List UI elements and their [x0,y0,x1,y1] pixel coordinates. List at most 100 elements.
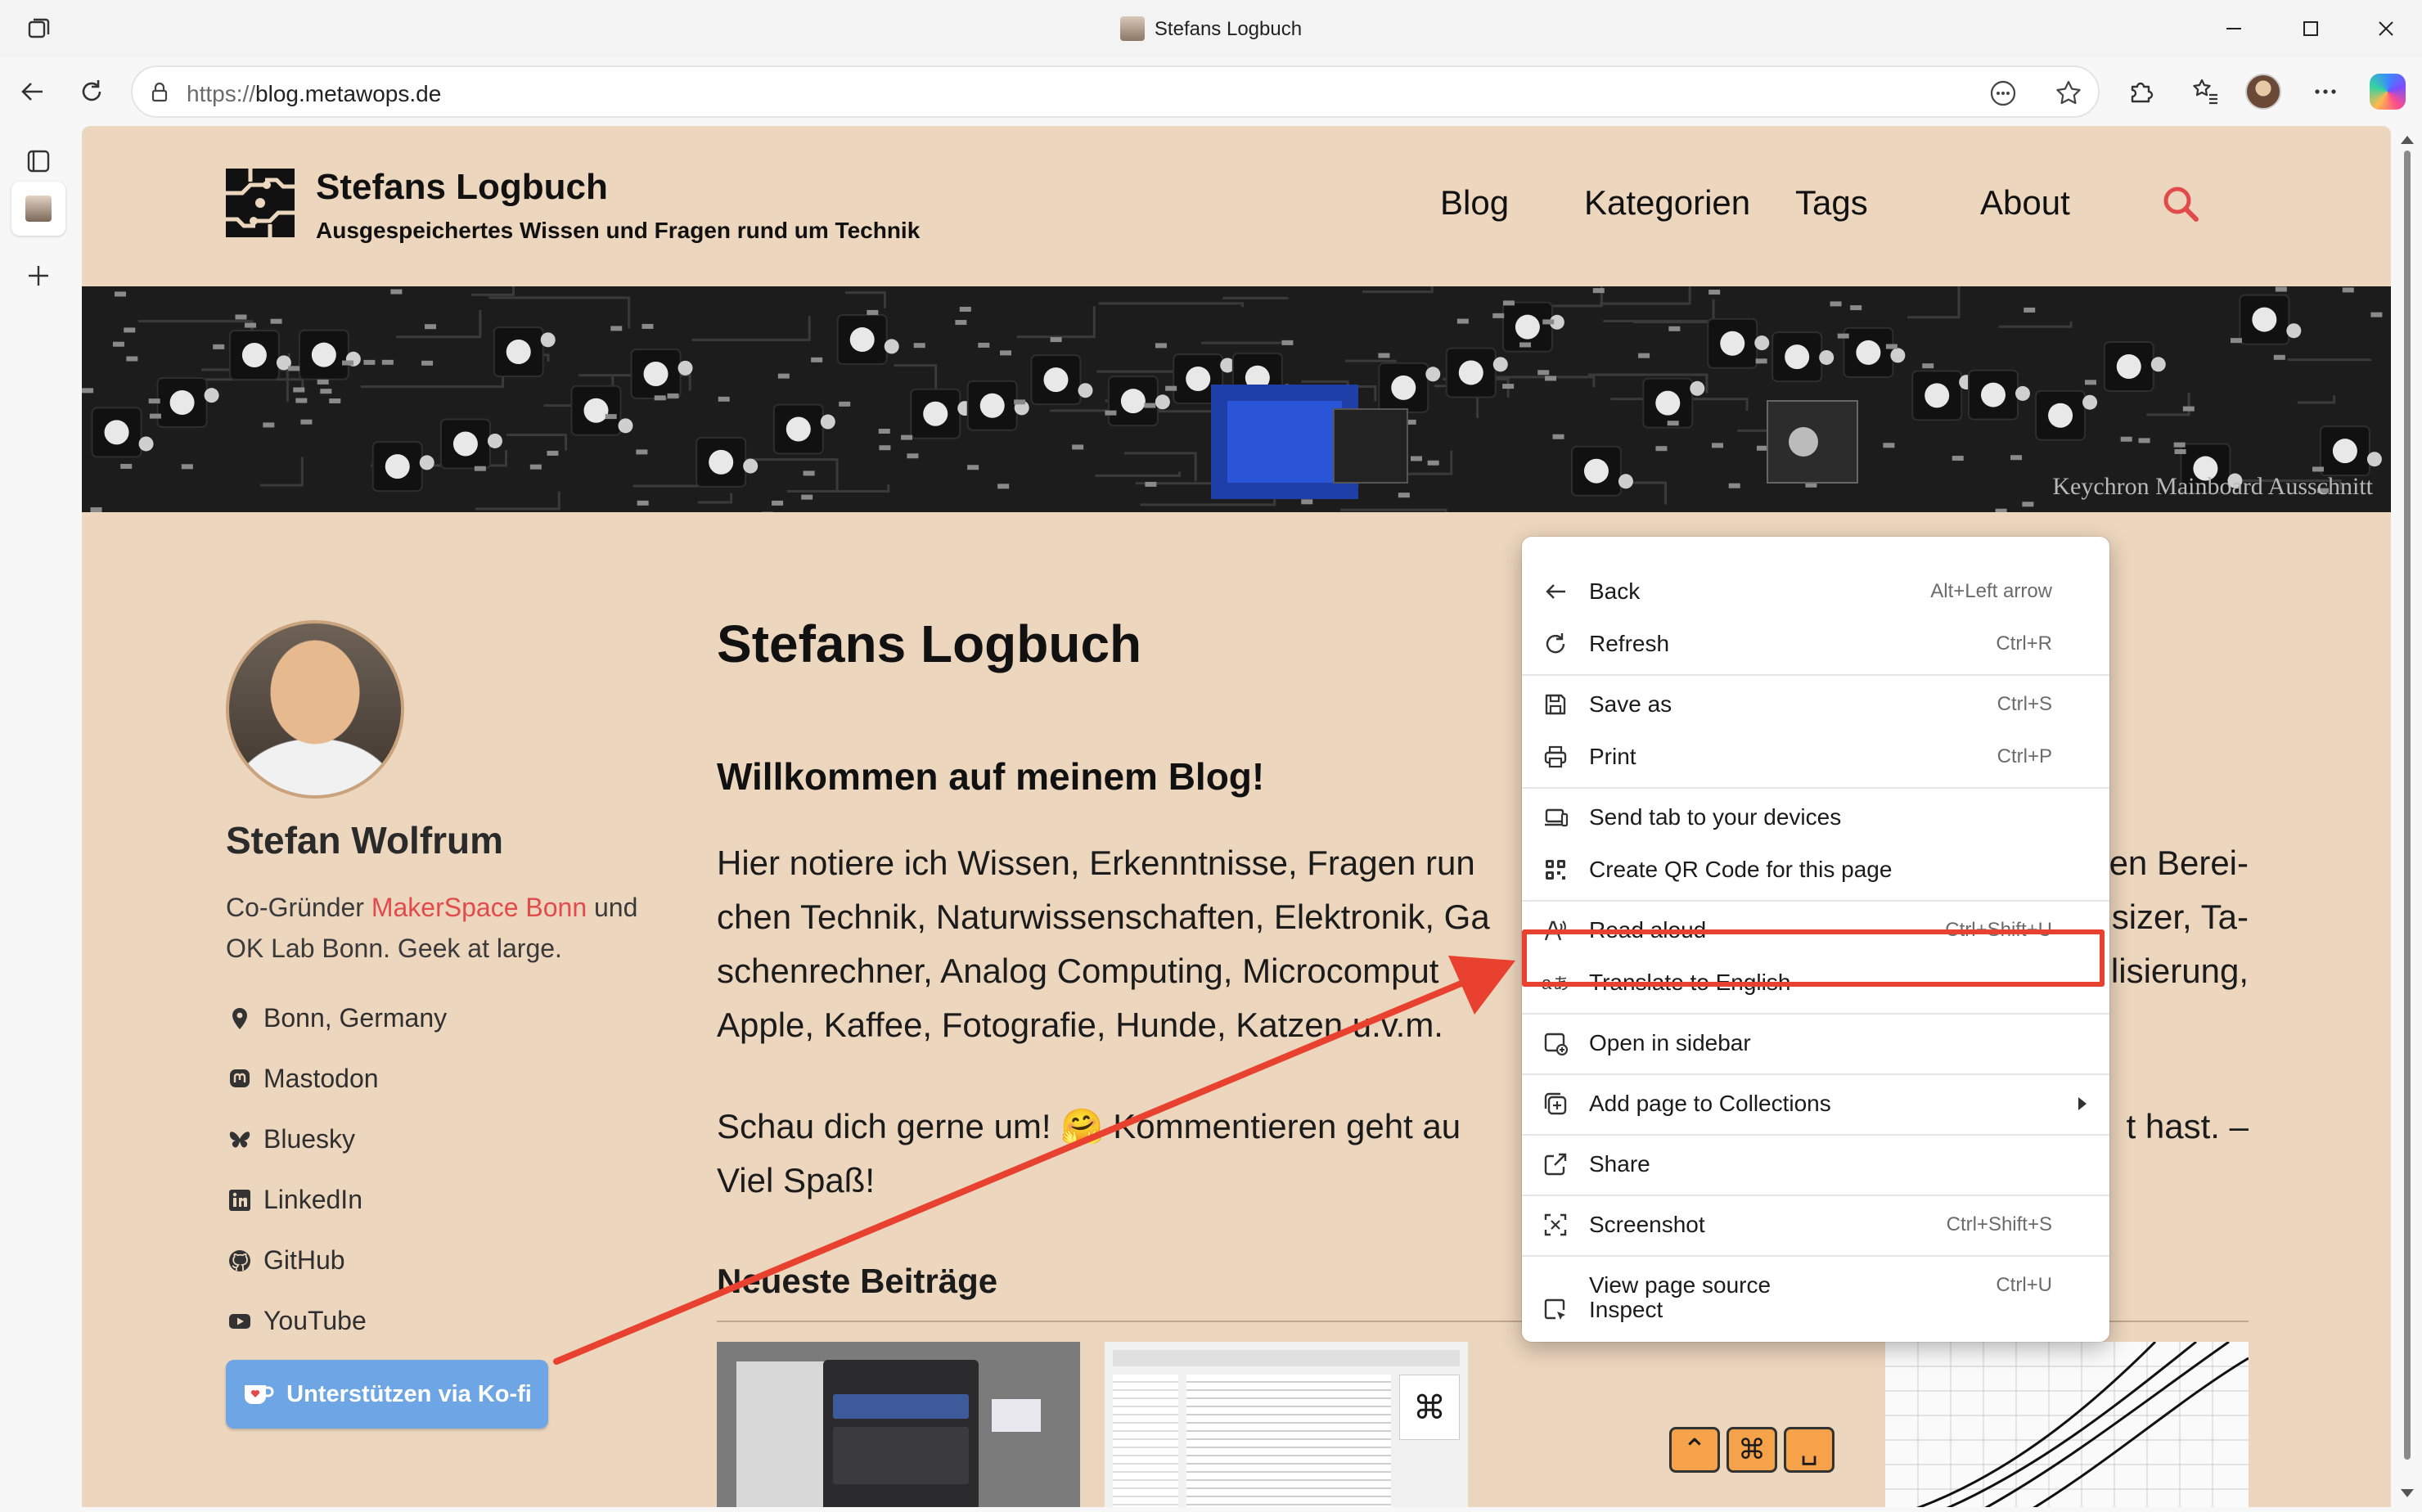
inspect-icon [1542,1296,1569,1324]
menu-item-open-in-sidebar[interactable]: Open in sidebar [1522,1018,2109,1069]
menu-item-send-tab[interactable]: Send tab to your devices [1522,792,2109,843]
nav-tags[interactable]: Tags [1795,183,1868,223]
collections-icon [1542,1090,1569,1118]
kofi-cup-icon [245,1385,274,1404]
menu-item-inspect[interactable]: Inspect [1522,1285,2109,1335]
menu-item-save-as[interactable]: Save as Ctrl+S [1522,679,2109,730]
author-bio: Co-Gründer MakerSpace Bonn und OK Lab Bo… [226,893,638,963]
plus-icon [29,266,48,286]
toolbar: https://blog.metawops.de [0,57,2422,126]
sidebar-link-youtube[interactable]: YouTube [227,1306,367,1336]
location-pin-icon [232,1007,247,1029]
sidebar-link-linkedin[interactable]: LinkedIn [227,1185,362,1215]
menu-item-share[interactable]: Share [1522,1139,2109,1190]
search-icon[interactable] [2160,183,2201,224]
tab-stefans-logbuch[interactable] [11,182,65,236]
post-thumbnail-1[interactable] [717,1342,1080,1507]
tab-favicon-icon [25,196,52,222]
submenu-arrow-icon [2078,1097,2087,1110]
mastodon-icon [230,1069,250,1087]
favorites-button[interactable] [2186,72,2226,111]
maximize-icon [2303,21,2318,36]
menu-separator [1522,1013,2109,1015]
sidebar-link-mastodon[interactable]: Mastodon [227,1064,379,1094]
vertical-tab-strip [0,126,79,1512]
extensions-button[interactable] [2121,72,2160,111]
menu-separator [1522,1255,2109,1257]
tab-favicon-icon [1119,16,1145,41]
maximize-button[interactable] [2286,10,2335,47]
menu-separator [1522,1073,2109,1075]
settings-more-button[interactable] [2306,72,2345,111]
nav-blog[interactable]: Blog [1440,183,1509,223]
site-header: Stefans Logbuch Ausgespeichertes Wissen … [82,126,2391,286]
site-title[interactable]: Stefans Logbuch [316,167,608,208]
menu-separator [1522,787,2109,789]
author-name: Stefan Wolfrum [226,819,504,862]
hero-banner-image: Keychron Mainboard Ausschnitt [82,286,2391,512]
menu-item-back[interactable]: Back Alt+Left arrow [1522,566,2109,617]
page-actions-button[interactable] [1988,79,2018,108]
sidebar-link-github[interactable]: GitHub [227,1245,345,1276]
puzzle-icon [2131,82,2154,103]
post-thumbnail-2[interactable]: ⌘ [1105,1342,1468,1507]
send-device-icon [1542,803,1569,831]
sidebar-link-location[interactable]: Bonn, Germany [227,1003,447,1033]
post-thumbnail-4[interactable] [1885,1342,2249,1507]
address-bar[interactable]: https://blog.metawops.de [131,65,2100,118]
page-scrollbar[interactable] [2393,126,2422,1512]
site-info-icon[interactable] [147,80,172,105]
highlight-box [1522,929,2105,987]
minimize-button[interactable] [2209,10,2258,47]
refresh-button[interactable] [70,70,113,113]
copilot-icon[interactable] [2370,74,2406,110]
favorite-button[interactable] [2054,79,2083,108]
close-window-button[interactable] [2361,10,2411,47]
back-arrow-icon [1542,578,1569,605]
close-icon [2379,21,2393,36]
menu-item-screenshot[interactable]: Screenshot Ctrl+Shift+S [1522,1199,2109,1250]
back-arrow-icon [21,83,43,101]
nav-about[interactable]: About [1980,183,2070,223]
back-button[interactable] [11,70,54,113]
screenshot-icon [1542,1211,1569,1239]
share-icon [1542,1150,1569,1178]
github-icon [229,1249,250,1271]
printer-icon [1542,743,1569,771]
circuit-board-photo [82,286,2391,512]
sidebar-link-bluesky[interactable]: Bluesky [227,1124,355,1154]
post-thumbnail-3[interactable]: ⌃ ⌘ ␣ [1492,1342,1856,1507]
page-title: Stefans Logbuch [717,614,1142,673]
window-titlebar: Stefans Logbuch [0,0,2422,57]
menu-item-print[interactable]: Print Ctrl+P [1522,731,2109,782]
sidebar-icon [1542,1029,1569,1057]
menu-separator [1522,900,2109,902]
tab-actions-button[interactable] [11,134,65,188]
scrollbar-thumb[interactable] [2404,151,2411,1460]
welcome-heading: Willkommen auf meinem Blog! [717,755,1265,798]
latest-posts-heading: Neueste Beiträge [717,1262,998,1300]
menu-item-refresh[interactable]: Refresh Ctrl+R [1522,619,2109,669]
refresh-icon [1542,630,1569,658]
profile-avatar[interactable] [2245,74,2281,110]
linkedin-icon [229,1189,250,1211]
window-title: Stefans Logbuch [0,16,2422,41]
tab-actions-icon [27,150,50,173]
avatar [226,620,404,799]
save-icon [1542,691,1569,718]
url-text[interactable]: https://blog.metawops.de [187,81,441,107]
star-plus-icon [2056,80,2081,105]
site-tagline: Ausgespeichertes Wissen und Fragen rund … [316,218,921,243]
nav-kategorien[interactable]: Kategorien [1584,183,1750,223]
menu-separator [1522,1195,2109,1196]
refresh-icon [82,80,101,101]
circuit-logo-icon[interactable] [226,169,295,237]
favorites-list-icon [2193,79,2217,105]
makerspace-link[interactable]: MakerSpace Bonn [371,893,587,922]
new-tab-button[interactable] [11,249,65,303]
menu-item-qr-code[interactable]: Create QR Code for this page [1522,844,2109,895]
menu-separator [1522,1134,2109,1136]
menu-item-add-to-collections[interactable]: Add page to Collections [1522,1078,2109,1129]
kofi-button[interactable]: Unterstützen via Ko-fi [226,1360,548,1429]
menu-separator [1522,674,2109,676]
